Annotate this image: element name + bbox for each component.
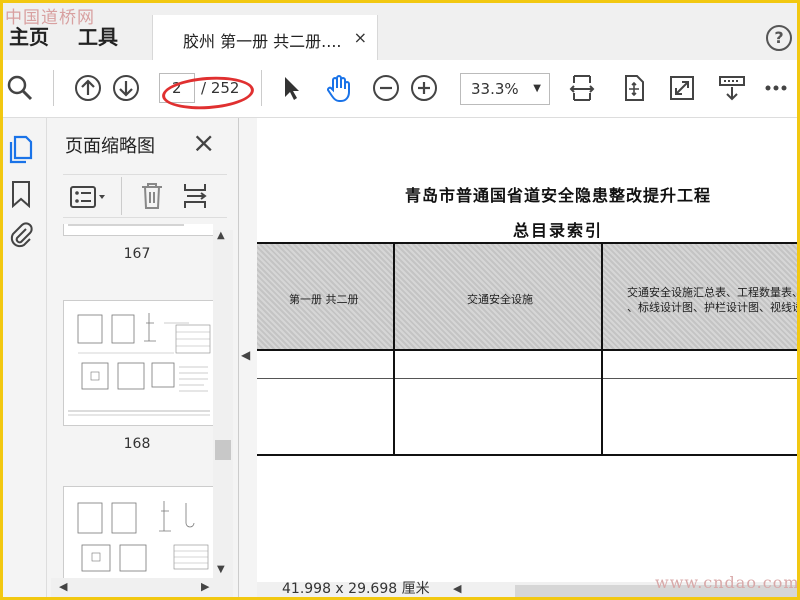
toolbar-divider xyxy=(121,177,122,215)
thumbnail-page-number: 168 xyxy=(123,436,151,452)
help-button[interactable]: ? xyxy=(766,25,792,51)
zoom-value: 33.3% xyxy=(471,80,519,98)
insert-page-icon[interactable] xyxy=(181,181,211,211)
thumbnail-scrollbar[interactable]: ▲ ▼ xyxy=(213,230,233,578)
fit-page-icon[interactable] xyxy=(619,73,649,103)
zoom-out-icon[interactable] xyxy=(371,73,401,103)
scrollbar-thumb[interactable] xyxy=(215,440,231,460)
table-border xyxy=(257,378,797,379)
scroll-down-icon[interactable]: ▼ xyxy=(217,564,225,575)
fit-width-icon[interactable] xyxy=(567,73,597,103)
thumbnail-page[interactable] xyxy=(63,300,213,426)
page-size-readout: 41.998 x 29.698 厘米 xyxy=(282,581,430,597)
thumbnail-page[interactable] xyxy=(63,224,213,236)
table-border xyxy=(257,454,797,456)
scroll-left-icon[interactable]: ◀ xyxy=(59,580,67,593)
table-border xyxy=(257,242,797,244)
more-options-icon[interactable] xyxy=(761,73,791,103)
panel-title: 页面缩略图 xyxy=(65,136,155,157)
delete-page-icon[interactable] xyxy=(139,181,165,211)
close-panel-icon[interactable]: × xyxy=(192,126,215,159)
next-page-icon[interactable] xyxy=(111,73,141,103)
search-icon[interactable] xyxy=(5,73,35,103)
index-table: 第一册 共二册 交通安全设施 交通安全设施汇总表、工程数量表、标 、标线设计图、… xyxy=(257,242,797,456)
toolbar-divider xyxy=(53,70,54,106)
thumbnail-page[interactable] xyxy=(63,486,213,578)
previous-page-icon[interactable] xyxy=(73,73,103,103)
table-cell: 、标线设计图、护栏设计图、视线诱导 xyxy=(627,301,797,314)
zoom-select[interactable]: 33.3% ▼ xyxy=(460,73,550,105)
toolbar: 2 / 252 33.3% ▼ xyxy=(3,60,797,118)
document-tab[interactable]: 胶州 第一册 共二册.... × xyxy=(152,15,378,60)
nav-tools[interactable]: 工具 xyxy=(78,21,118,50)
page-thumbnails-icon[interactable] xyxy=(7,134,35,164)
app-window: 中国道桥网 主页 工具 胶州 第一册 共二册.... × ? 2 / 252 3… xyxy=(3,3,797,597)
left-sidebar xyxy=(3,118,47,597)
chevron-down-icon: ▼ xyxy=(533,83,541,94)
read-mode-icon[interactable] xyxy=(717,73,747,103)
hand-tool-icon[interactable] xyxy=(323,73,353,103)
thumbnail-page-number: 167 xyxy=(123,246,151,262)
document-tab-label: 胶州 第一册 共二册.... xyxy=(183,32,342,51)
thumbnail-panel: 页面缩略图 × 167 168 ▲ ▼ ◀ ▶ xyxy=(47,118,239,597)
table-cell: 交通安全设施 xyxy=(467,293,533,306)
scroll-up-icon[interactable]: ▲ xyxy=(217,230,225,241)
toolbar-divider xyxy=(261,70,262,106)
select-cursor-icon[interactable] xyxy=(276,73,306,103)
tab-close-icon[interactable]: × xyxy=(354,28,367,47)
nav-home[interactable]: 主页 xyxy=(9,21,49,50)
document-title: 青岛市普通国省道安全隐患整改提升工程 xyxy=(405,186,712,205)
bookmark-icon[interactable] xyxy=(10,180,32,208)
table-cell: 第一册 共二册 xyxy=(289,293,359,306)
collapse-panel-icon[interactable]: ◀ xyxy=(241,348,250,362)
table-border xyxy=(257,349,797,351)
thumbnail-horizontal-scrollbar[interactable]: ◀ ▶ xyxy=(51,578,233,597)
top-bar: 中国道桥网 主页 工具 胶州 第一册 共二册.... × ? xyxy=(3,3,797,60)
scroll-right-icon[interactable]: ▶ xyxy=(201,580,209,593)
document-subtitle: 总目录索引 xyxy=(513,221,604,240)
panel-toolbar xyxy=(63,174,227,218)
full-screen-icon[interactable] xyxy=(667,73,697,103)
watermark-bottom: www.cndao.com xyxy=(655,573,797,592)
attachment-icon[interactable] xyxy=(8,220,34,250)
document-view[interactable]: 青岛市普通国省道安全隐患整改提升工程 总目录索引 第一册 共二册 交通安全设施 … xyxy=(257,118,797,582)
thumbnail-options-icon[interactable] xyxy=(69,183,109,211)
table-border xyxy=(601,242,603,456)
zoom-in-icon[interactable] xyxy=(409,73,439,103)
thumbnail-list[interactable]: 167 168 xyxy=(51,224,213,578)
table-border xyxy=(393,242,395,456)
scroll-left-icon[interactable]: ◀ xyxy=(453,582,461,595)
table-cell: 交通安全设施汇总表、工程数量表、标 xyxy=(627,286,797,299)
